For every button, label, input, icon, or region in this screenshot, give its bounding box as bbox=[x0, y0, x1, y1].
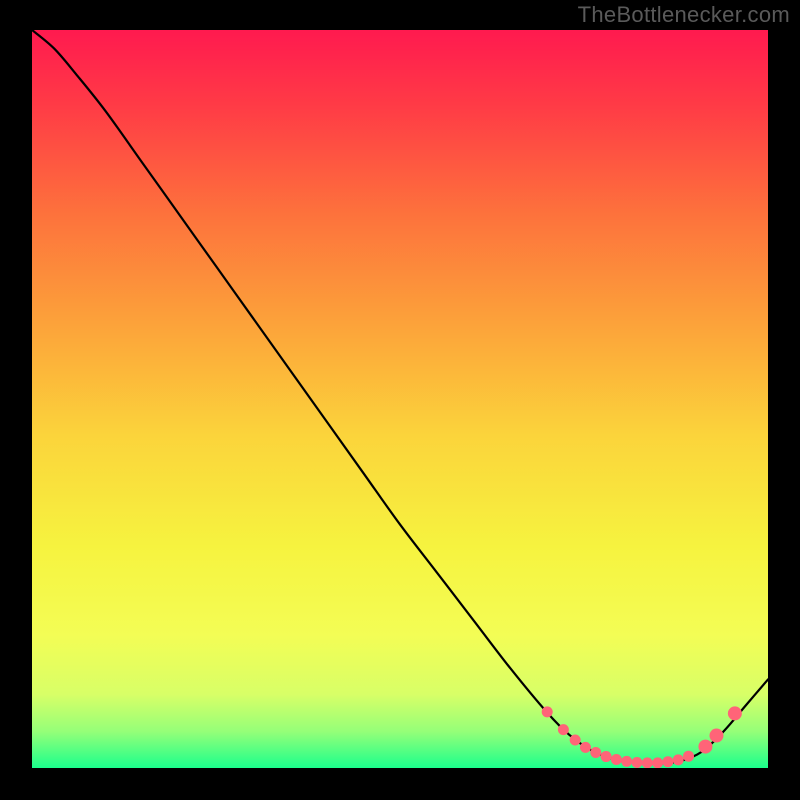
marker-point bbox=[621, 756, 632, 767]
marker-point bbox=[662, 756, 673, 767]
marker-point bbox=[580, 742, 591, 753]
marker-point bbox=[590, 747, 601, 758]
marker-point bbox=[558, 724, 569, 735]
plot-area bbox=[32, 30, 768, 768]
marker-point bbox=[698, 740, 712, 754]
marker-point bbox=[542, 706, 553, 717]
marker-point bbox=[673, 754, 684, 765]
marker-point bbox=[570, 734, 581, 745]
marker-point bbox=[601, 751, 612, 762]
marker-point bbox=[652, 757, 663, 768]
gradient-background bbox=[32, 30, 768, 768]
chart-container: TheBottlenecker.com bbox=[0, 0, 800, 800]
marker-point bbox=[631, 757, 642, 768]
marker-point bbox=[642, 757, 653, 768]
marker-point bbox=[683, 751, 694, 762]
chart-svg bbox=[32, 30, 768, 768]
marker-point bbox=[728, 706, 742, 720]
watermark-label: TheBottlenecker.com bbox=[578, 2, 790, 28]
marker-point bbox=[709, 729, 723, 743]
marker-point bbox=[611, 754, 622, 765]
